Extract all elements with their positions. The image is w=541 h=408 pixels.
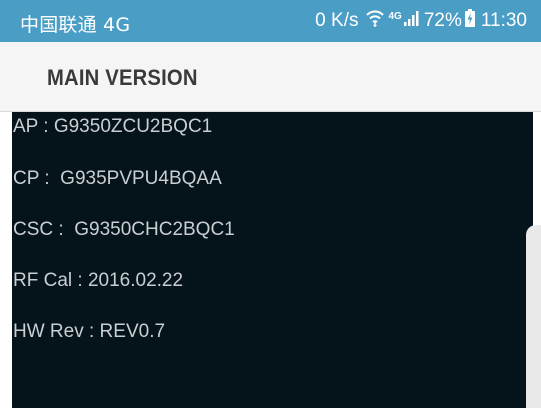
carrier-label: 中国联通 4G: [20, 14, 131, 36]
status-bar: 中国联通 4G 0 K/s 4G 72% 11:30: [0, 0, 541, 42]
page-title: MAIN VERSION: [47, 65, 198, 90]
battery-charging-icon: [464, 9, 475, 33]
cp-version: CP : G935PVPU4BQAA: [13, 168, 222, 189]
wifi-icon: [366, 9, 385, 33]
network-type: 4G: [388, 11, 402, 22]
status-indicators: 0 K/s 4G 72% 11:30: [315, 9, 527, 33]
side-scrollbar[interactable]: [526, 225, 541, 408]
app-header: MAIN VERSION: [0, 42, 541, 112]
clock-time: 11:30: [480, 10, 527, 31]
rf-cal-date: RF Cal : 2016.02.22: [13, 270, 184, 291]
battery-percent: 72%: [423, 10, 462, 31]
network-speed: 0 K/s: [315, 10, 359, 31]
hw-revision: HW Rev : REV0.7: [13, 321, 166, 342]
csc-version: CSC : G9350CHC2BQC1: [13, 219, 235, 240]
version-info-panel: AP : G9350ZCU2BQC1 CP : G935PVPU4BQAA CS…: [12, 112, 533, 408]
ap-version: AP : G9350ZCU2BQC1: [13, 116, 213, 137]
signal-icon: [403, 10, 420, 32]
